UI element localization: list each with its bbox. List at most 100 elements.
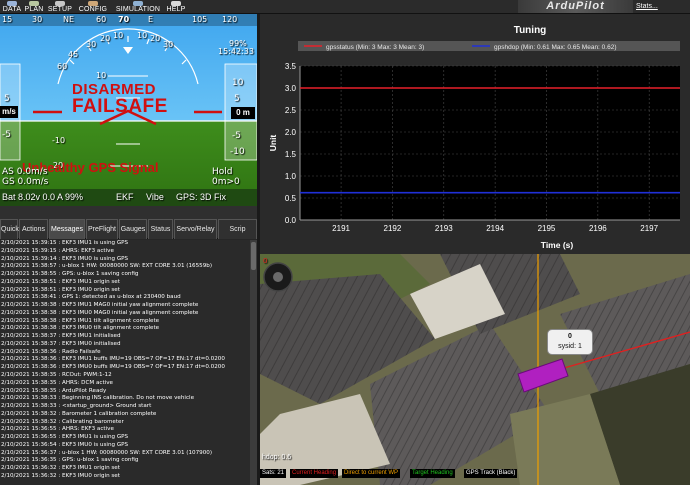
message-line: 2/10/2021 15:36:55 : EKF3 IMU1 is using … [1,434,129,441]
message-line: 2/10/2021 15:38:33 : Beginning INS calib… [1,395,195,402]
tab-quick[interactable]: Quick [0,219,19,239]
legend-target-heading: Target Heading [410,469,455,478]
roll-label: 60 [57,62,68,71]
menu-config-button[interactable]: CONFIG [76,0,110,14]
legend-entry: gpsstatus (Min: 3 Max: 3 Mean: 3) [326,44,424,51]
altitude-tick: -5 [232,131,241,141]
message-line: 2/10/2021 15:38:36 : EKF3 IMU0 buffs IMU… [1,364,225,371]
ardupilot-logo: ArduPilot [518,0,633,13]
airspeed-text: AS 0.0m/s [2,167,48,177]
pitch-label: -10 [52,136,66,145]
message-line: 2/10/2021 15:38:38 : EKF3 IMU0 MAG0 init… [1,309,199,316]
tab-servo-relay[interactable]: Servo/Relay [174,219,217,239]
tab-scripts[interactable]: Scrip [218,219,257,239]
roll-label: 20 [100,34,111,43]
hud-status-strip: Bat 8.02v 0.0 A 99% EKF Vibe GPS: 3D Fix [0,189,257,206]
messages-scrollbar[interactable] [250,240,257,485]
message-line: 2/10/2021 15:38:41 : GPS 1: detected as … [1,294,181,301]
message-line: 2/10/2021 15:38:51 : EKF3 IMU1 origin se… [1,278,120,285]
tab-messages[interactable]: Messages [49,219,85,239]
message-line: 2/10/2021 15:36:37 : u-blox 1 HW: 000800… [1,449,213,456]
plot-area [300,66,680,220]
failsafe-status: FAILSAFE [72,96,168,117]
message-line: 2/10/2021 15:39:14 : EKF3 IMU0 is using … [1,255,129,262]
main-menu-bar: DATA PLAN SETUP CONFIG SIMULATION HELP A… [0,0,690,14]
vibe-status[interactable]: Vibe [146,192,164,202]
x-tick-label: 2197 [640,224,658,233]
roll-label: 45 [68,50,79,59]
y-tick-label: 2.5 [285,106,297,115]
heading-label: 105 [192,15,208,24]
x-tick-label: 2195 [538,224,556,233]
menu-simulation-button[interactable]: SIMULATION [113,0,163,14]
ekf-status[interactable]: EKF [116,192,134,202]
message-list: 2/10/2021 15:39:15 : EKF3 IMU1 is using … [0,240,257,481]
message-line: 2/10/2021 15:38:55 : GPS: u-blox 1 savin… [1,271,139,278]
y-tick-label: 2.0 [285,128,297,137]
message-line: 2/10/2021 15:38:32 : Barometer 1 calibra… [1,410,157,417]
message-line: 2/10/2021 15:38:35 : RCOut: PWM:1-12 [1,372,112,379]
legend-direct-wp: Direct to current WP [342,469,401,478]
x-tick-label: 2192 [384,224,402,233]
y-tick-label: 1.5 [285,150,297,159]
zoom-indicator: 0 [263,257,268,265]
scrollbar-thumb[interactable] [251,242,256,270]
message-line: 2/10/2021 15:36:55 : AHRS: EKF3 active [1,426,114,433]
altitude-tick: 5 [234,94,240,104]
uav-id: 0 [568,333,572,340]
message-line: 2/10/2021 15:38:36 : Radio Failsafe [1,348,101,355]
legend-entry: gpshdop (Min: 0.61 Max: 0.65 Mean: 0.62) [494,44,617,51]
x-tick-label: 2193 [435,224,453,233]
heading-label: 60 [96,15,107,24]
roll-label: 10 [113,31,124,40]
menu-data-button[interactable]: DATA [2,0,22,14]
stats-link[interactable]: Stats... [636,3,658,10]
x-tick-label: 2191 [332,224,350,233]
groundspeed-text: GS 0.0m/s [2,177,49,187]
message-line: 2/10/2021 15:38:32 : Calibrating baromet… [1,418,124,425]
legend-gps-track: GPS Track (Black) [464,469,518,478]
messages-log[interactable]: 2/10/2021 15:39:15 : EKF3 IMU1 is using … [0,240,257,485]
message-line: 2/10/2021 15:38:38 : EKF3 IMU1 tilt alig… [1,317,160,324]
menu-plan-button[interactable]: PLAN [24,0,44,14]
heading-value: 70 [118,15,130,24]
mission-planner-window: DATA PLAN SETUP CONFIG SIMULATION HELP A… [0,0,690,485]
tab-preflight[interactable]: PreFlight [86,219,118,239]
x-axis-label: Time (s) [541,240,574,250]
tab-actions[interactable]: Actions [19,219,48,239]
message-line: 2/10/2021 15:39:15 : AHRS: EKF3 active [1,247,114,254]
message-line: 2/10/2021 15:38:57 : u-blox 1 HW: 000800… [1,263,213,270]
roll-label: 10 [137,31,148,40]
tuning-chart: Tuning gpsstatus (Min: 3 Max: 3 Mean: 3) g… [268,25,680,250]
legend-current-heading: Current Heading [290,469,339,478]
hud-display[interactable]: 15 30 NE 60 70 E 105 120 60 45 30 20 10 … [0,14,257,206]
roll-label: 30 [86,40,97,49]
altitude-tick: 10 [232,78,244,88]
x-tick-label: 2196 [589,224,607,233]
flight-map[interactable]: 0 0 sysid: 1 hdop: 0.6 Sats: 21 Current … [260,254,690,485]
tuning-graph[interactable]: Tuning gpsstatus (Min: 3 Max: 3 Mean: 3) g… [260,14,690,254]
hud-clock: 15:42:33 [218,47,254,56]
hdop-readout: hdop: 0.6 [262,454,292,461]
heading-label: 120 [222,15,238,24]
tab-status[interactable]: Status [148,219,173,239]
message-line: 2/10/2021 15:38:36 : EKF3 IMU1 buffs IMU… [1,356,225,363]
gps-status: GPS: 3D Fix [176,192,227,202]
menu-setup-button[interactable]: SETUP [47,0,73,14]
tab-gauges[interactable]: Gauges [119,219,147,239]
message-line: 2/10/2021 15:36:54 : EKF3 IMU0 is using … [1,441,129,448]
airspeed-tick: 5 [4,94,10,104]
message-line: 2/10/2021 15:36:32 : EKF3 IMU1 origin se… [1,465,120,472]
roll-label: 20 [150,34,161,43]
message-line: 2/10/2021 15:38:37 : EKF3 IMU0 initialis… [1,340,121,347]
message-line: 2/10/2021 15:38:51 : EKF3 IMU0 origin se… [1,286,120,293]
y-tick-label: 1.0 [285,172,297,181]
menu-help-button[interactable]: HELP [164,0,188,14]
map-imagery [260,254,690,485]
legend-sats: Sats: 21 [260,469,287,478]
airspeed-readout: m/s [0,106,18,118]
alt-distance-text: 0m>0 [212,177,240,187]
uav-marker-label[interactable]: 0 sysid: 1 [547,329,593,355]
message-line: 2/10/2021 15:38:35 : ArduPilot Ready [1,387,107,394]
message-line: 2/10/2021 15:36:35 : GPS: u-blox 1 savin… [1,457,139,464]
